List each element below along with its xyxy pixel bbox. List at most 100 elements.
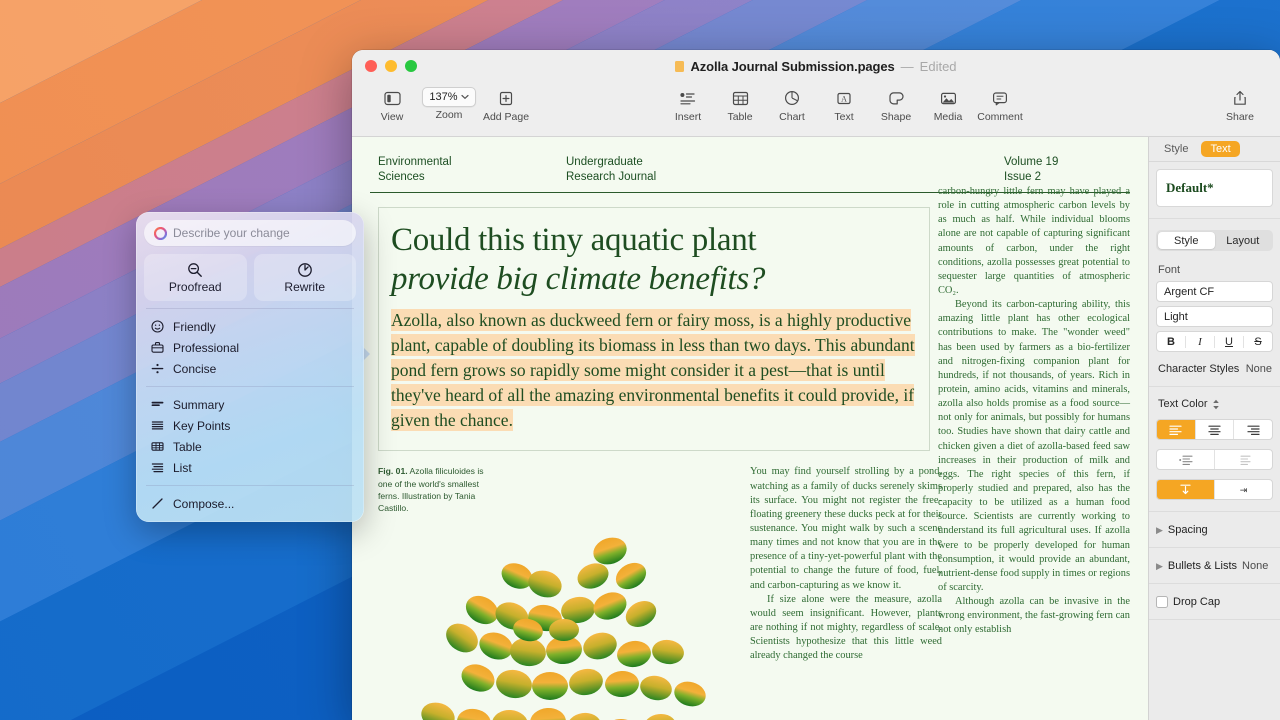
share-button[interactable]: Share — [1214, 84, 1266, 123]
document-icon — [675, 60, 685, 72]
column-mid-paragraph-2: If size alone were the measure, azolla w… — [750, 593, 942, 662]
chart-label: Chart — [779, 111, 805, 123]
chevron-right-icon: ▶ — [1156, 524, 1163, 535]
figure-caption-label: Fig. 01. — [378, 466, 408, 477]
share-icon — [1233, 87, 1247, 109]
table-label: Table — [727, 111, 753, 123]
zoom-label: Zoom — [435, 109, 463, 121]
align-center-button[interactable] — [1196, 420, 1235, 439]
increase-indent-button[interactable] — [1215, 450, 1272, 469]
figure-caption: Fig. 01. Azolla filiculoides is one of t… — [378, 465, 498, 514]
masthead-publication: Undergraduate Research Journal — [566, 156, 657, 184]
bullets-lists-section[interactable]: ▶ Bullets & Lists None — [1156, 560, 1272, 572]
zoom-value: 137% — [429, 91, 458, 103]
transform-key-points-label: Key Points — [173, 418, 231, 433]
align-left-button[interactable] — [1157, 420, 1196, 439]
rewrite-label: Rewrite — [284, 279, 326, 294]
chevron-down-icon — [460, 94, 469, 100]
insert-icon — [679, 87, 697, 109]
media-label: Media — [933, 111, 963, 123]
font-section-label: Font — [1158, 264, 1181, 276]
article-column-right[interactable]: carbon-hungry little fern may have playe… — [938, 185, 1130, 638]
tab-style[interactable]: Style — [1155, 141, 1197, 157]
transform-summary[interactable]: Summary — [144, 394, 356, 415]
drop-cap-row[interactable]: Drop Cap — [1156, 596, 1272, 608]
bullets-value: None — [1242, 560, 1269, 572]
divider-4 — [1149, 547, 1280, 548]
minimize-button[interactable] — [385, 60, 397, 72]
segment-layout[interactable]: Layout — [1215, 232, 1272, 249]
underline-button[interactable]: U — [1215, 335, 1244, 348]
tab-text[interactable]: Text — [1201, 141, 1240, 157]
text-indent-buttons[interactable] — [1156, 449, 1273, 470]
describe-change-input[interactable]: Describe your change — [144, 220, 356, 246]
bold-button[interactable]: B — [1157, 335, 1186, 348]
tone-friendly-label: Friendly — [173, 319, 216, 334]
title-dash: — — [900, 58, 914, 74]
vertical-alignment-buttons[interactable]: ⇥ — [1156, 479, 1273, 500]
transform-table[interactable]: Table — [144, 436, 356, 457]
article-column-middle[interactable]: You may find yourself strolling by a pon… — [750, 465, 942, 720]
segment-style[interactable]: Style — [1158, 232, 1215, 249]
tone-professional[interactable]: Professional — [144, 337, 356, 358]
headline-block[interactable]: Could this tiny aquatic plant provide bi… — [378, 207, 930, 452]
text-alignment-buttons[interactable] — [1156, 419, 1273, 440]
spacing-section[interactable]: ▶ Spacing — [1156, 524, 1272, 536]
add-page-button[interactable]: Add Page — [480, 84, 532, 123]
article-deck[interactable]: Azolla, also known as duckweed fern or f… — [391, 308, 917, 432]
text-button[interactable]: A Text — [818, 84, 870, 123]
comment-button[interactable]: Comment — [974, 84, 1026, 123]
compose-item[interactable]: Compose... — [144, 493, 356, 514]
apple-intelligence-icon — [154, 226, 167, 240]
writing-tools-popover: Describe your change Proofread Rewrite F… — [136, 212, 364, 522]
font-family-select[interactable]: Argent CF — [1156, 281, 1273, 302]
transform-key-points[interactable]: Key Points — [144, 415, 356, 436]
maximize-button[interactable] — [405, 60, 417, 72]
masthead-subject: Environmental Sciences — [378, 156, 452, 184]
align-top-button[interactable] — [1157, 480, 1215, 499]
briefcase-icon — [150, 341, 164, 354]
shape-button[interactable]: Shape — [870, 84, 922, 123]
media-button[interactable]: Media — [922, 84, 974, 123]
divide-icon — [150, 362, 164, 375]
style-layout-segment[interactable]: Style Layout — [1156, 230, 1273, 251]
chart-button[interactable]: Chart — [766, 84, 818, 123]
character-styles-row[interactable]: Character Styles None — [1158, 363, 1272, 375]
text-color-row[interactable]: Text Color — [1158, 398, 1272, 410]
font-weight-select[interactable]: Light — [1156, 306, 1273, 327]
pages-window: Azolla Journal Submission.pages — Edited… — [352, 50, 1280, 720]
proofread-button[interactable]: Proofread — [144, 254, 247, 301]
smiley-icon — [150, 320, 164, 333]
zoom-control[interactable]: 137% Zoom — [418, 84, 480, 121]
insert-button[interactable]: Insert — [662, 84, 714, 123]
insert-label: Insert — [674, 111, 702, 123]
drop-cap-checkbox[interactable] — [1156, 596, 1168, 608]
strikethrough-button[interactable]: S — [1244, 336, 1272, 348]
italic-button[interactable]: I — [1186, 335, 1215, 348]
divider-2 — [1149, 386, 1280, 387]
text-color-label: Text Color — [1158, 398, 1208, 410]
tone-concise[interactable]: Concise — [144, 358, 356, 379]
rewrite-button[interactable]: Rewrite — [253, 254, 356, 301]
divider-3 — [1149, 511, 1280, 512]
traffic-lights[interactable] — [352, 60, 417, 72]
divider-5 — [1149, 583, 1280, 584]
close-button[interactable] — [365, 60, 377, 72]
view-button[interactable]: View — [366, 84, 418, 123]
font-style-buttons[interactable]: B I U S — [1156, 331, 1273, 352]
document-canvas[interactable]: Environmental Sciences Undergraduate Res… — [352, 137, 1148, 720]
zoom-popup[interactable]: 137% — [422, 87, 476, 107]
azolla-illustration[interactable] — [378, 518, 734, 720]
transform-list[interactable]: List — [144, 457, 356, 478]
document-page[interactable]: Environmental Sciences Undergraduate Res… — [352, 137, 1148, 720]
tone-friendly[interactable]: Friendly — [144, 316, 356, 337]
popover-divider-3 — [146, 485, 354, 486]
svg-text:⇥: ⇥ — [1240, 485, 1248, 495]
writing-direction-button[interactable]: ⇥ — [1215, 480, 1272, 499]
format-inspector: Style Text Default* Style Layout Font Ar… — [1148, 137, 1280, 720]
align-right-button[interactable] — [1234, 420, 1272, 439]
table-button[interactable]: Table — [714, 84, 766, 123]
decrease-indent-button[interactable] — [1157, 450, 1215, 469]
paragraph-style-selector[interactable]: Default* — [1156, 169, 1273, 207]
bullets-label: Bullets & Lists — [1167, 560, 1238, 572]
